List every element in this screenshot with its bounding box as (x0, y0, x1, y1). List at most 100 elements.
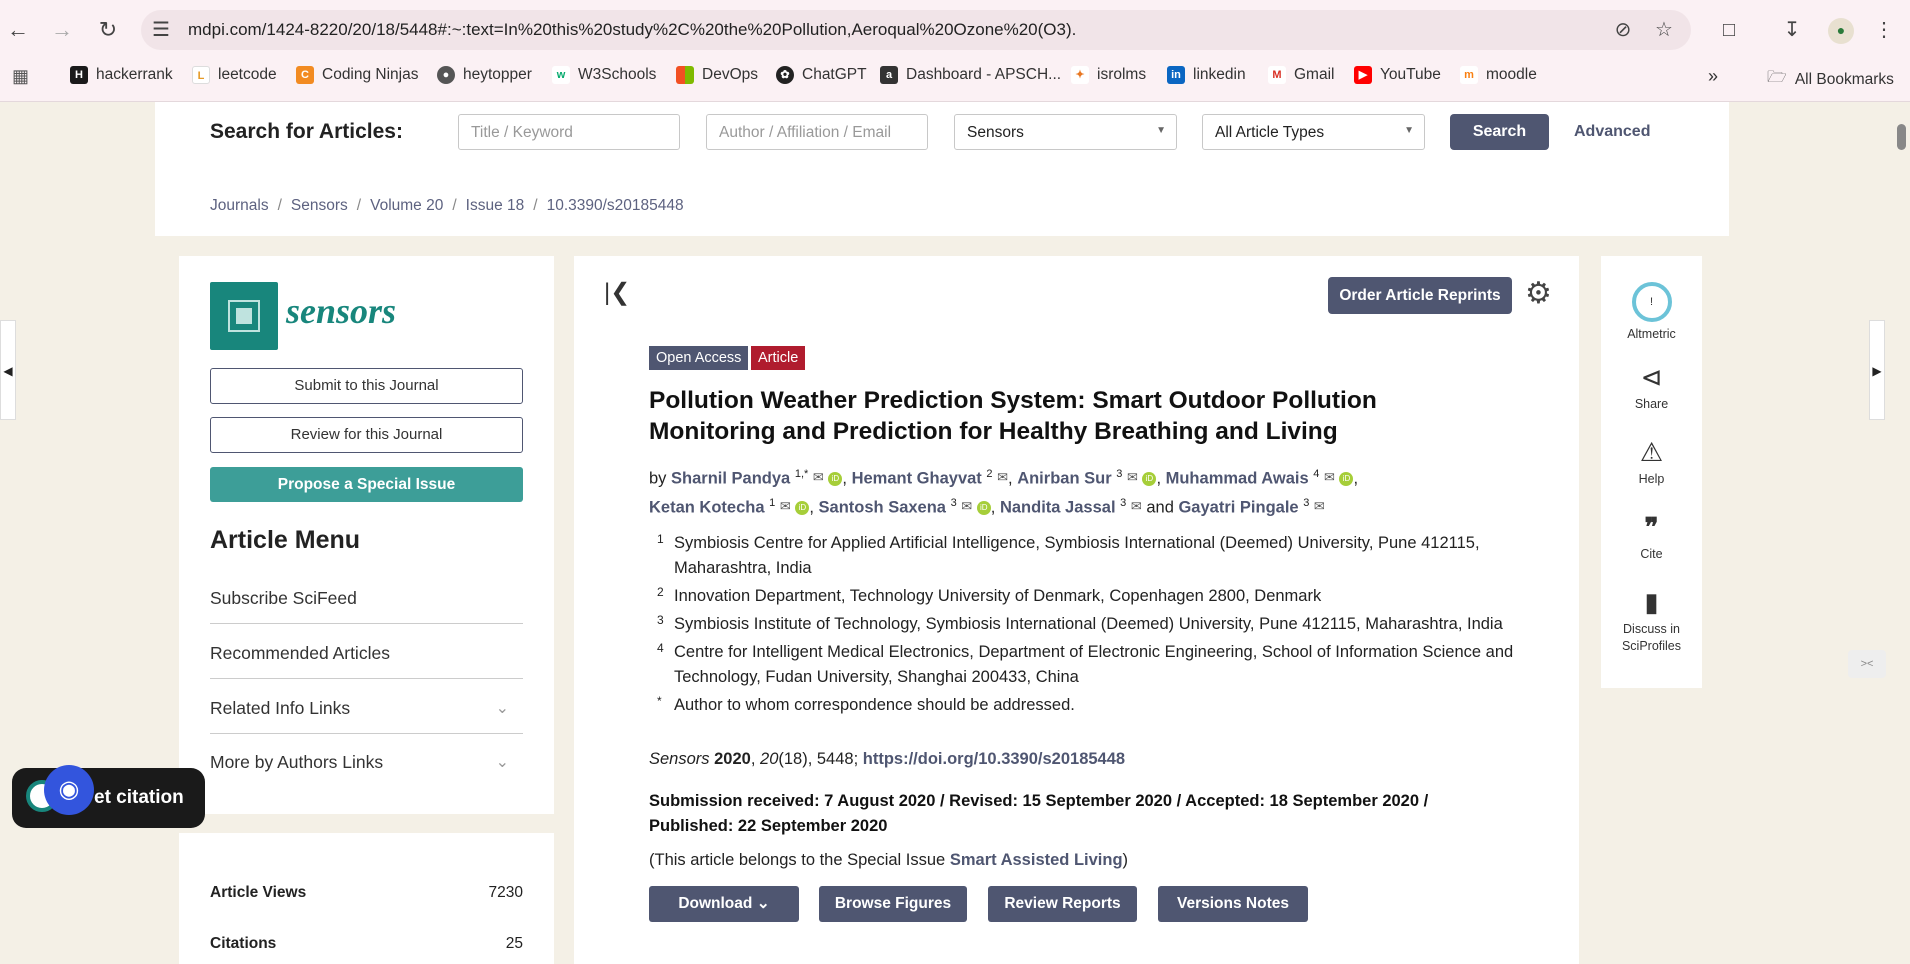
breadcrumb-volume[interactable]: Volume 20 (370, 197, 443, 214)
bookmark-devops[interactable]: DevOps (676, 66, 758, 84)
article-menu-title: Article Menu (210, 526, 361, 554)
author-link[interactable]: Nandita Jassal (1000, 499, 1116, 517)
versions-notes-button[interactable]: Versions Notes (1158, 886, 1308, 922)
bookmark-w3schools[interactable]: w W3Schools (552, 66, 656, 84)
all-bookmarks[interactable]: 🗁 All Bookmarks (1767, 66, 1894, 93)
sensors-logo[interactable] (210, 282, 278, 350)
email-icon[interactable]: ✉ (1314, 499, 1325, 514)
moodle-icon: m (1460, 66, 1478, 84)
order-reprints-button[interactable]: Order Article Reprints (1328, 277, 1512, 314)
journal-name[interactable]: sensors (286, 290, 396, 332)
email-icon[interactable]: ✉ (961, 499, 972, 514)
menu-icon[interactable]: ⋮ (1871, 18, 1897, 44)
publication-dates: Submission received: 7 August 2020 / Rev… (649, 792, 1429, 835)
bookmark-heytopper[interactable]: ● heytopper (437, 66, 532, 84)
widget-icon[interactable]: >< (1848, 650, 1886, 678)
author-link[interactable]: Gayatri Pingale (1178, 499, 1298, 517)
breadcrumb-doi[interactable]: 10.3390/s20185448 (547, 197, 684, 214)
email-icon[interactable]: ✉ (1324, 470, 1335, 485)
bookmark-hackerrank[interactable]: Hhackerrank (70, 66, 173, 84)
orcid-icon[interactable]: iD (795, 500, 810, 515)
eye-off-icon[interactable]: ⊘ (1610, 18, 1636, 44)
download-button[interactable]: Download ⌄ (649, 886, 799, 922)
email-icon[interactable]: ✉ (1127, 470, 1138, 485)
orcid-icon[interactable]: iD (1142, 471, 1157, 486)
gear-icon[interactable]: ⚙ (1525, 276, 1552, 311)
author-input[interactable]: Author / Affiliation / Email (706, 114, 928, 150)
author-link[interactable]: Ketan Kotecha (649, 499, 765, 517)
menu-more-by-authors[interactable]: More by Authors Links ⌄ (210, 752, 523, 787)
email-icon[interactable]: ✉ (1131, 499, 1142, 514)
open-access-badge: Open Access (649, 346, 749, 370)
author-link[interactable]: Anirban Sur (1017, 470, 1111, 488)
special-issue-link[interactable]: Smart Assisted Living (950, 851, 1123, 869)
search-button[interactable]: Search (1450, 114, 1549, 150)
forward-icon[interactable]: → (46, 14, 78, 46)
doi-link[interactable]: https://doi.org/10.3390/s20185448 (863, 750, 1125, 768)
menu-recommended-articles[interactable]: Recommended Articles (210, 643, 523, 679)
more-bookmarks-icon[interactable]: » (1708, 66, 1718, 87)
submit-journal-button[interactable]: Submit to this Journal (210, 368, 523, 404)
apps-icon[interactable]: ▦ (12, 66, 29, 87)
menu-subscribe-scifeed[interactable]: Subscribe SciFeed (210, 588, 523, 624)
share-button[interactable]: ⊲ Share (1601, 361, 1702, 413)
collapse-sidebar-icon[interactable]: |❮ (604, 278, 630, 307)
breadcrumb-issue[interactable]: Issue 18 (466, 197, 525, 214)
fingerprint-icon[interactable]: ◉ (44, 765, 94, 815)
advanced-search-link[interactable]: Advanced (1574, 123, 1650, 141)
site-info-icon[interactable]: ☰ (148, 18, 174, 44)
w3schools-icon: w (552, 66, 570, 84)
orcid-icon[interactable]: iD (1339, 471, 1354, 486)
review-reports-button[interactable]: Review Reports (988, 886, 1137, 922)
orcid-icon[interactable]: iD (828, 471, 843, 486)
title-keyword-input[interactable]: Title / Keyword (458, 114, 680, 150)
breadcrumb-sensors[interactable]: Sensors (291, 197, 348, 214)
browser-chrome: ← → ↻ ☰ mdpi.com/1424-8220/20/18/5448#:~… (0, 0, 1910, 102)
bookmark-leetcode[interactable]: Lleetcode (192, 66, 277, 84)
altmetric-button[interactable]: ! Altmetric (1601, 282, 1702, 343)
right-panel-toggle[interactable]: ▶ (1869, 320, 1885, 420)
author-link[interactable]: Hemant Ghayvat (852, 470, 982, 488)
author-link[interactable]: Sharnil Pandya (671, 470, 790, 488)
extensions-icon[interactable]: □ (1716, 18, 1742, 44)
download-icon[interactable]: ↧ (1779, 18, 1805, 44)
propose-special-issue-button[interactable]: Propose a Special Issue (210, 467, 523, 502)
profile-avatar[interactable]: ● (1828, 18, 1854, 44)
globe-icon: ● (437, 66, 455, 84)
bookmark-linkedin[interactable]: in linkedin (1167, 66, 1246, 84)
help-button[interactable]: ⚠ Help (1601, 436, 1702, 488)
journal-select[interactable]: Sensors (954, 114, 1177, 150)
scrollbar[interactable] (1893, 102, 1910, 964)
left-panel-toggle[interactable]: ◀ (0, 320, 16, 420)
cite-button[interactable]: ❞ Cite (1601, 511, 1702, 563)
bookmark-isrolms[interactable]: ✦ isrolms (1071, 66, 1146, 84)
author-link[interactable]: Muhammad Awais (1166, 470, 1309, 488)
review-journal-button[interactable]: Review for this Journal (210, 417, 523, 453)
orcid-icon[interactable]: iD (976, 500, 991, 515)
bookmark-youtube[interactable]: ▶ YouTube (1354, 66, 1441, 84)
bookmark-chatgpt[interactable]: ✿ ChatGPT (776, 66, 867, 84)
bookmark-moodle[interactable]: m moodle (1460, 66, 1537, 84)
reload-icon[interactable]: ↻ (92, 14, 124, 46)
author-link[interactable]: Santosh Saxena (819, 499, 946, 517)
citation-line: Sensors 2020, 20(18), 5448; https://doi.… (649, 750, 1126, 768)
back-icon[interactable]: ← (2, 14, 34, 46)
bookmark-coding-ninjas[interactable]: C Coding Ninjas (296, 66, 419, 84)
url-text[interactable]: mdpi.com/1424-8220/20/18/5448#:~:text=In… (188, 20, 1076, 40)
article-type-select[interactable]: All Article Types (1202, 114, 1425, 150)
folder-icon: 🗁 (1767, 69, 1787, 86)
journal-sidebar: sensors Submit to this Journal Review fo… (179, 256, 554, 814)
bookmark-dashboard[interactable]: a Dashboard - APSCH... (880, 66, 1061, 84)
discuss-button[interactable]: ▮ Discuss in SciProfiles (1601, 586, 1702, 655)
breadcrumb-journals[interactable]: Journals (210, 197, 269, 214)
email-icon[interactable]: ✉ (780, 499, 791, 514)
star-icon[interactable]: ☆ (1651, 18, 1677, 44)
email-icon[interactable]: ✉ (997, 470, 1008, 485)
search-label: Search for Articles: (210, 120, 403, 143)
menu-related-info-links[interactable]: Related Info Links ⌄ (210, 698, 523, 734)
email-icon[interactable]: ✉ (813, 470, 824, 485)
bookmark-gmail[interactable]: M Gmail (1268, 66, 1334, 84)
author-list: by Sharnil Pandya 1,* ✉ iD, Hemant Ghayv… (649, 468, 1359, 517)
browse-figures-button[interactable]: Browse Figures (819, 886, 967, 922)
special-issue-note: (This article belongs to the Special Iss… (649, 851, 1129, 869)
